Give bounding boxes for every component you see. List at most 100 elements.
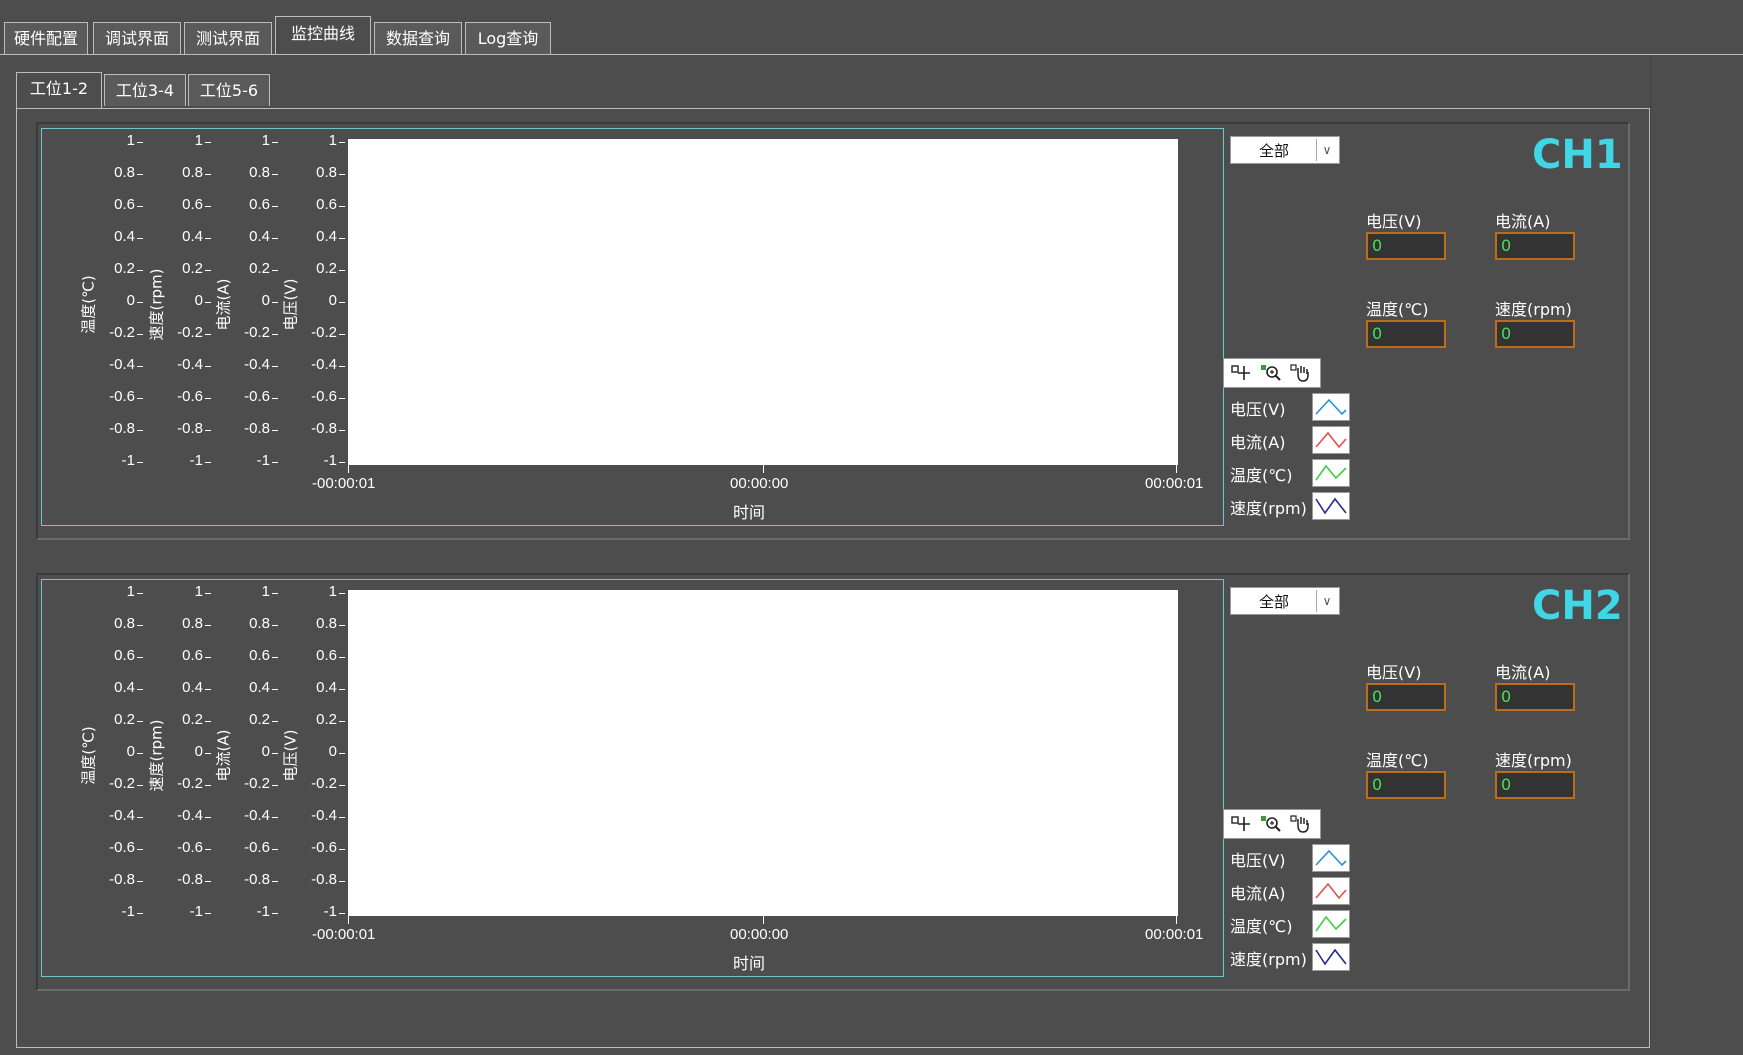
pan-hand-icon[interactable] <box>1290 814 1312 834</box>
y-tick-label: 1 <box>194 583 203 600</box>
tab-test[interactable]: 测试界面 <box>184 22 272 54</box>
y-tick-mark <box>205 817 211 818</box>
y-tick-label: -1 <box>256 903 270 920</box>
tab-debug[interactable]: 调试界面 <box>93 22 181 54</box>
indicator-label: 电压(V) <box>1366 663 1422 682</box>
y-tick-label: -1 <box>189 903 203 920</box>
y-tick-mark <box>205 238 211 239</box>
y-tick-mark <box>205 302 211 303</box>
dropdown-value: 全部 <box>1258 593 1289 611</box>
x-tick-mark <box>1176 465 1177 473</box>
y-tick-mark <box>339 689 345 690</box>
y-tick-mark <box>205 881 211 882</box>
plot-line-icon[interactable] <box>1312 459 1350 487</box>
chevron-down-icon[interactable]: ∨ <box>1316 590 1337 612</box>
indicator-value: 0 <box>1495 771 1575 799</box>
pan-hand-icon[interactable] <box>1290 363 1312 383</box>
chevron-down-icon[interactable]: ∨ <box>1316 139 1337 161</box>
y-tick-label: -0.6 <box>244 388 270 405</box>
y-axis-title: 温度(℃) <box>79 275 98 334</box>
y-tick-mark <box>205 721 211 722</box>
y-axis-title: 速度(rpm) <box>147 719 166 792</box>
plot-line-icon[interactable] <box>1312 393 1350 421</box>
plot-line-icon[interactable] <box>1312 877 1350 905</box>
y-axis-title: 电压(V) <box>281 729 300 782</box>
y-axis-title: 温度(℃) <box>79 726 98 785</box>
y-tick-label: -0.8 <box>109 420 135 437</box>
y-tick-mark <box>272 270 278 271</box>
subtab-station-5-6[interactable]: 工位5-6 <box>188 74 270 106</box>
legend-label: 电流(A) <box>1230 433 1286 452</box>
y-tick-mark <box>137 913 143 914</box>
y-tick-label: 0.8 <box>182 615 203 632</box>
channel-select-dropdown[interactable]: 全部 ∨ <box>1230 587 1340 615</box>
y-tick-label: 0.6 <box>182 647 203 664</box>
plot-area[interactable] <box>348 590 1178 916</box>
y-axis-title: 电流(A) <box>214 729 233 782</box>
y-tick-label: 0.6 <box>114 647 135 664</box>
y-tick-mark <box>205 657 211 658</box>
tab-data-query[interactable]: 数据查询 <box>374 22 462 54</box>
y-tick-mark <box>205 206 211 207</box>
y-tick-label: -0.6 <box>177 839 203 856</box>
y-tick-mark <box>205 625 211 626</box>
zoom-icon[interactable] <box>1260 814 1282 834</box>
dropdown-value: 全部 <box>1258 142 1289 160</box>
channel-title: CH2 <box>1532 583 1623 629</box>
plot-line-icon[interactable] <box>1312 426 1350 454</box>
plot-line-icon[interactable] <box>1312 943 1350 971</box>
y-tick-mark <box>339 238 345 239</box>
tab-hardware-config[interactable]: 硬件配置 <box>4 22 88 54</box>
y-tick-mark <box>205 334 211 335</box>
plot-line-icon[interactable] <box>1312 492 1350 520</box>
y-tick-mark <box>272 334 278 335</box>
cursor-move-icon[interactable] <box>1230 814 1252 834</box>
subtab-station-3-4[interactable]: 工位3-4 <box>104 74 186 106</box>
y-tick-mark <box>205 430 211 431</box>
y-tick-label: -0.6 <box>177 388 203 405</box>
y-tick-mark <box>339 849 345 850</box>
y-tick-mark <box>205 753 211 754</box>
subtab-station-1-2[interactable]: 工位1-2 <box>16 72 102 109</box>
y-tick-mark <box>339 657 345 658</box>
y-tick-mark <box>272 366 278 367</box>
y-tick-mark <box>137 398 143 399</box>
y-tick-label: 0.6 <box>249 647 270 664</box>
y-tick-mark <box>137 753 143 754</box>
legend-label: 速度(rpm) <box>1230 950 1307 969</box>
zoom-icon[interactable] <box>1260 363 1282 383</box>
y-tick-mark <box>137 462 143 463</box>
y-tick-label: 1 <box>328 583 337 600</box>
x-tick-mark <box>763 465 764 473</box>
plot-area[interactable] <box>348 139 1178 465</box>
y-tick-mark <box>339 334 345 335</box>
y-tick-mark <box>339 753 345 754</box>
y-tick-label: 0.8 <box>114 615 135 632</box>
x-tick-mark <box>348 916 349 924</box>
indicator-label: 温度(℃) <box>1366 751 1429 770</box>
y-tick-label: -1 <box>189 452 203 469</box>
y-tick-mark <box>339 366 345 367</box>
y-tick-label: 0.6 <box>249 196 270 213</box>
y-tick-mark <box>137 302 143 303</box>
legend-label: 速度(rpm) <box>1230 499 1307 518</box>
y-tick-label: -0.8 <box>109 871 135 888</box>
plot-line-icon[interactable] <box>1312 844 1350 872</box>
y-tick-mark <box>339 913 345 914</box>
cursor-move-icon[interactable] <box>1230 363 1252 383</box>
y-tick-mark <box>137 142 143 143</box>
y-tick-label: 0.4 <box>114 228 135 245</box>
plot-line-icon[interactable] <box>1312 910 1350 938</box>
y-tick-label: -0.6 <box>311 839 337 856</box>
y-tick-label: 0.8 <box>182 164 203 181</box>
y-tick-mark <box>205 785 211 786</box>
tab-log-query[interactable]: Log查询 <box>465 22 551 54</box>
tab-monitor-curve[interactable]: 监控曲线 <box>275 16 371 55</box>
y-tick-label: 0.8 <box>114 164 135 181</box>
y-tick-mark <box>339 881 345 882</box>
x-tick-label: 00:00:00 <box>730 475 789 492</box>
tab-divider <box>0 54 1743 55</box>
channel-select-dropdown[interactable]: 全部 ∨ <box>1230 136 1340 164</box>
y-tick-mark <box>272 625 278 626</box>
indicator-value: 0 <box>1366 320 1446 348</box>
